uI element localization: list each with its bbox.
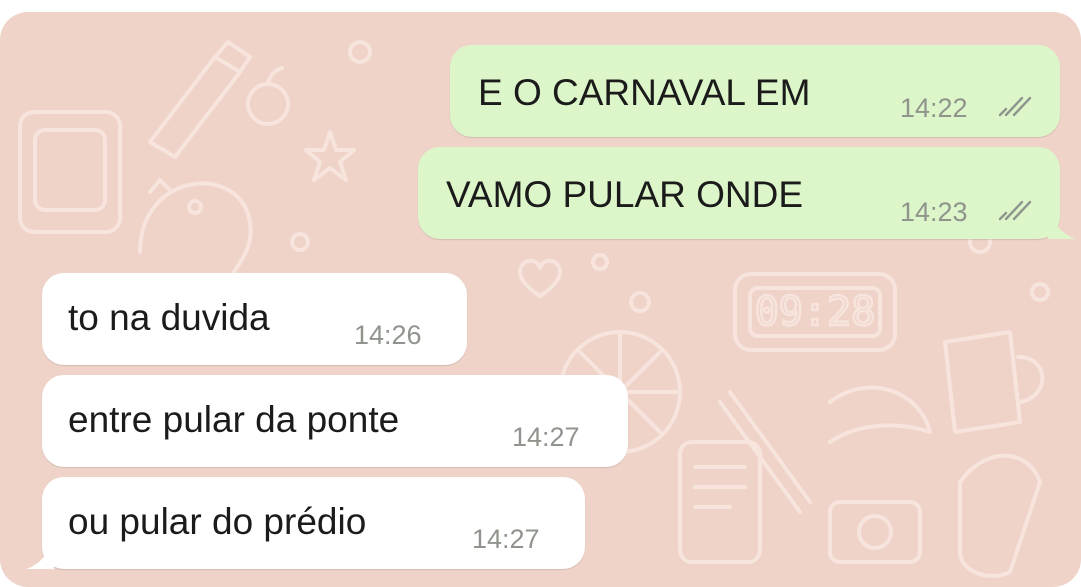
outgoing-message[interactable]: VAMO PULAR ONDE 14:23 <box>418 147 1060 239</box>
outgoing-bubble-tail <box>1048 215 1076 239</box>
message-text: VAMO PULAR ONDE <box>446 174 804 215</box>
outgoing-message[interactable]: E O CARNAVAL EM 14:22 <box>450 45 1060 137</box>
message-text: ou pular do prédio <box>68 501 367 542</box>
message-time: 14:22 <box>900 93 968 123</box>
double-check-icon <box>998 200 1032 221</box>
message-time: 14:27 <box>512 422 580 452</box>
incoming-message[interactable]: ou pular do prédio 14:27 <box>42 477 585 569</box>
chat-window: 09:28 E O CARNAVAL EM 14:22 VAMO PULAR O… <box>0 12 1081 587</box>
message-time: 14:27 <box>472 524 540 554</box>
incoming-bubble-tail <box>26 545 54 569</box>
double-check-icon <box>998 96 1032 117</box>
clock-doodle-text: 09:28 <box>755 289 875 335</box>
message-text: entre pular da ponte <box>68 399 400 440</box>
message-text: to na duvida <box>68 297 270 338</box>
incoming-message[interactable]: to na duvida 14:26 <box>42 273 467 365</box>
incoming-message[interactable]: entre pular da ponte 14:27 <box>42 375 628 467</box>
message-time: 14:23 <box>900 197 968 227</box>
message-text: E O CARNAVAL EM <box>478 72 811 113</box>
message-time: 14:26 <box>354 320 422 350</box>
